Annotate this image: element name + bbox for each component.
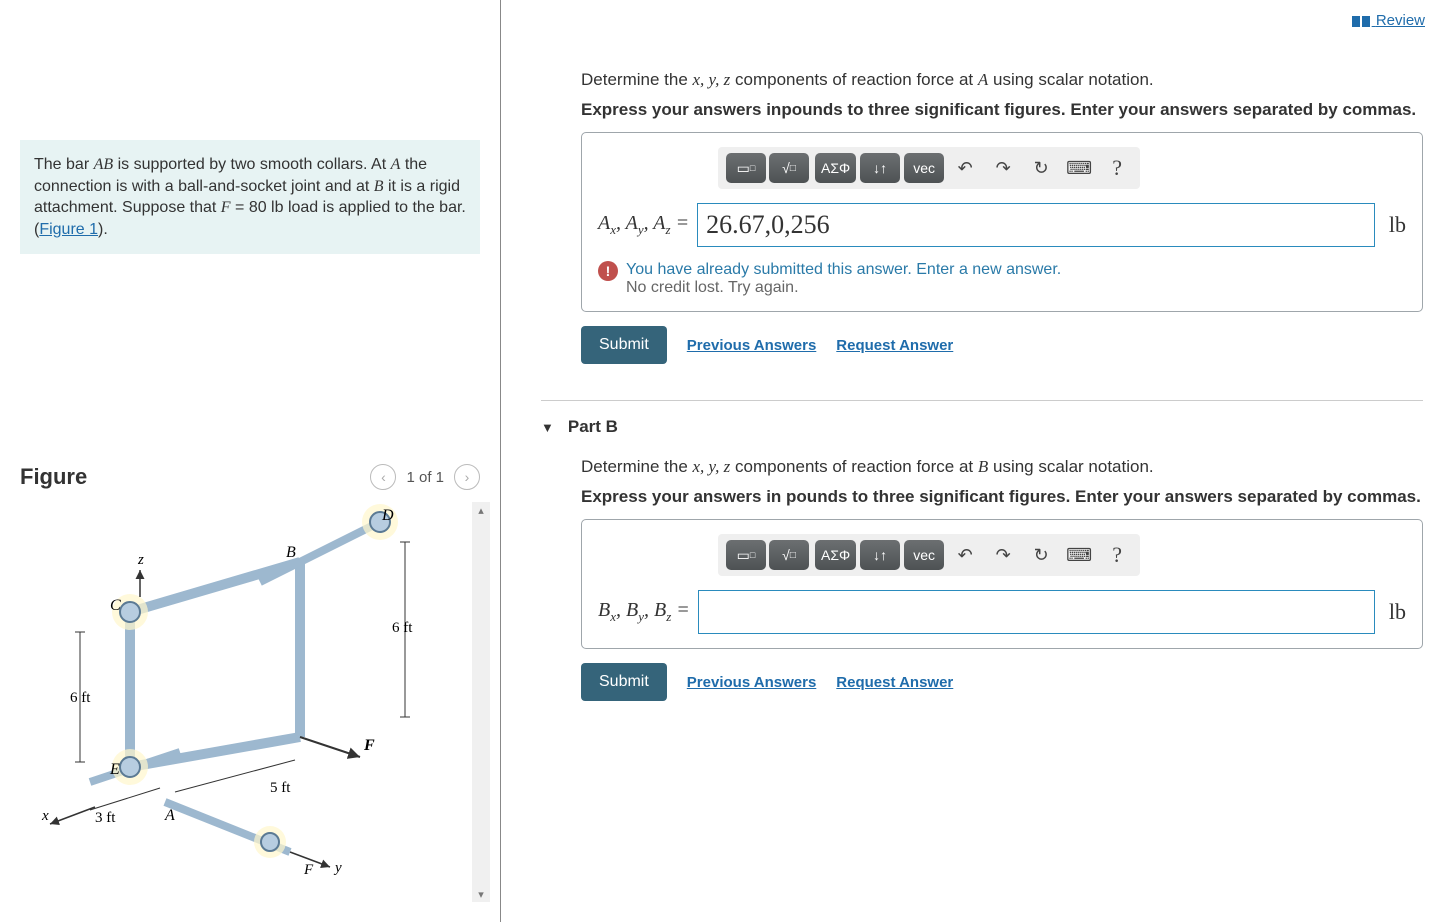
svg-text:D: D — [381, 507, 394, 524]
partA-answer-box: ▭□ √□ ΑΣΦ ↓↑ vec ↶ ↷ ↻ ⌨ ? Ax, Ay, Az = … — [581, 132, 1423, 312]
partB-submit-button[interactable]: Submit — [581, 663, 667, 701]
vec-button[interactable]: vec — [904, 153, 944, 183]
partA-submit-button[interactable]: Submit — [581, 326, 667, 364]
pt2: is supported by two smooth collars. At — [113, 156, 390, 173]
svg-text:x: x — [41, 808, 49, 824]
greek-button-b[interactable]: ΑΣΦ — [815, 540, 856, 570]
keyboard-button-b[interactable]: ⌨ — [1062, 540, 1096, 570]
partB-unit: lb — [1389, 599, 1406, 625]
reset-button-b[interactable]: ↻ — [1024, 540, 1058, 570]
partA-instruction: Express your answers inpounds to three s… — [581, 100, 1423, 120]
pt1: The bar — [34, 156, 94, 173]
svg-text:6 ft: 6 ft — [392, 620, 413, 636]
svg-text:B: B — [286, 544, 296, 561]
var-B: B — [374, 178, 384, 195]
feedback-line1: You have already submitted this answer. … — [626, 261, 1061, 279]
svg-text:5 ft: 5 ft — [270, 780, 291, 796]
left-pane: The bar AB is supported by two smooth co… — [0, 0, 500, 922]
figure-pager: ‹ 1 of 1 › — [370, 464, 480, 490]
svg-text:F: F — [303, 862, 314, 878]
figure-area: z x y C B D E A F F 6 ft 6 ft 5 ft 3 ft … — [10, 502, 490, 902]
template-button-b[interactable]: ▭□ — [726, 540, 766, 570]
vec-button-b[interactable]: vec — [904, 540, 944, 570]
partA-unit: lb — [1389, 212, 1406, 238]
figure-scrollbar[interactable]: ▴ ▾ — [472, 502, 490, 902]
partB-description: Determine the x, y, z components of reac… — [581, 457, 1423, 477]
greek-button[interactable]: ΑΣΦ — [815, 153, 856, 183]
figure-heading: Figure — [20, 464, 87, 490]
pt6: ). — [98, 221, 108, 238]
var-A: A — [391, 156, 401, 173]
svg-text:y: y — [333, 860, 342, 876]
fraction-button[interactable]: √□ — [769, 153, 809, 183]
redo-button-b[interactable]: ↷ — [986, 540, 1020, 570]
scroll-down-icon[interactable]: ▾ — [472, 886, 490, 902]
fraction-button-b[interactable]: √□ — [769, 540, 809, 570]
partA-previous-answers-link[interactable]: Previous Answers — [687, 337, 817, 354]
partA-feedback: ! You have already submitted this answer… — [598, 261, 1406, 297]
svg-text:F: F — [363, 737, 375, 754]
redo-button[interactable]: ↷ — [986, 153, 1020, 183]
partB-request-answer-link[interactable]: Request Answer — [836, 674, 953, 691]
svg-text:6 ft: 6 ft — [70, 690, 91, 706]
partA-var-label: Ax, Ay, Az = — [598, 212, 689, 238]
svg-text:3 ft: 3 ft — [95, 810, 116, 826]
equation-toolbar-b: ▭□ √□ ΑΣΦ ↓↑ vec ↶ ↷ ↻ ⌨ ? — [718, 534, 1140, 576]
partB-answer-box: ▭□ √□ ΑΣΦ ↓↑ vec ↶ ↷ ↻ ⌨ ? Bx, By, Bz = … — [581, 519, 1423, 649]
svg-text:z: z — [137, 552, 144, 568]
collapse-icon: ▼ — [541, 420, 554, 435]
equation-toolbar: ▭□ √□ ΑΣΦ ↓↑ vec ↶ ↷ ↻ ⌨ ? — [718, 147, 1140, 189]
svg-text:E: E — [109, 761, 120, 778]
review-label: Review — [1376, 12, 1425, 29]
undo-button[interactable]: ↶ — [948, 153, 982, 183]
partB-header[interactable]: ▼ Part B — [541, 400, 1423, 437]
partA-description: Determine the x, y, z components of reac… — [581, 70, 1423, 90]
pager-next[interactable]: › — [454, 464, 480, 490]
right-pane: Review Determine the x, y, z components … — [500, 0, 1443, 922]
partA-answer-input[interactable] — [697, 203, 1375, 247]
problem-statement: The bar AB is supported by two smooth co… — [20, 140, 480, 254]
partB-answer-input[interactable] — [698, 590, 1375, 634]
warning-icon: ! — [598, 261, 618, 281]
help-button-b[interactable]: ? — [1100, 540, 1134, 570]
pager-label: 1 of 1 — [406, 469, 444, 486]
partB-previous-answers-link[interactable]: Previous Answers — [687, 674, 817, 691]
figure-link[interactable]: Figure 1 — [39, 221, 98, 238]
scroll-up-icon[interactable]: ▴ — [472, 502, 490, 518]
subsup-button[interactable]: ↓↑ — [860, 153, 900, 183]
partB-title: Part B — [568, 417, 618, 437]
book-icon-2 — [1362, 16, 1370, 27]
svg-text:C: C — [110, 597, 121, 614]
feedback-line2: No credit lost. Try again. — [626, 279, 1061, 297]
book-icon — [1352, 16, 1360, 27]
reset-button[interactable]: ↻ — [1024, 153, 1058, 183]
var-AB: AB — [94, 156, 114, 173]
partB-instruction: Express your answers in pounds to three … — [581, 487, 1423, 507]
partA-request-answer-link[interactable]: Request Answer — [836, 337, 953, 354]
subsup-button-b[interactable]: ↓↑ — [860, 540, 900, 570]
template-button[interactable]: ▭□ — [726, 153, 766, 183]
var-F: F — [221, 199, 231, 216]
partB-var-label: Bx, By, Bz = — [598, 599, 690, 625]
figure-diagram: z x y C B D E A F F 6 ft 6 ft 5 ft 3 ft — [10, 502, 470, 882]
svg-text:A: A — [164, 807, 175, 824]
pager-prev[interactable]: ‹ — [370, 464, 396, 490]
help-button[interactable]: ? — [1100, 153, 1134, 183]
undo-button-b[interactable]: ↶ — [948, 540, 982, 570]
keyboard-button[interactable]: ⌨ — [1062, 153, 1096, 183]
review-link[interactable]: Review — [1352, 12, 1425, 29]
